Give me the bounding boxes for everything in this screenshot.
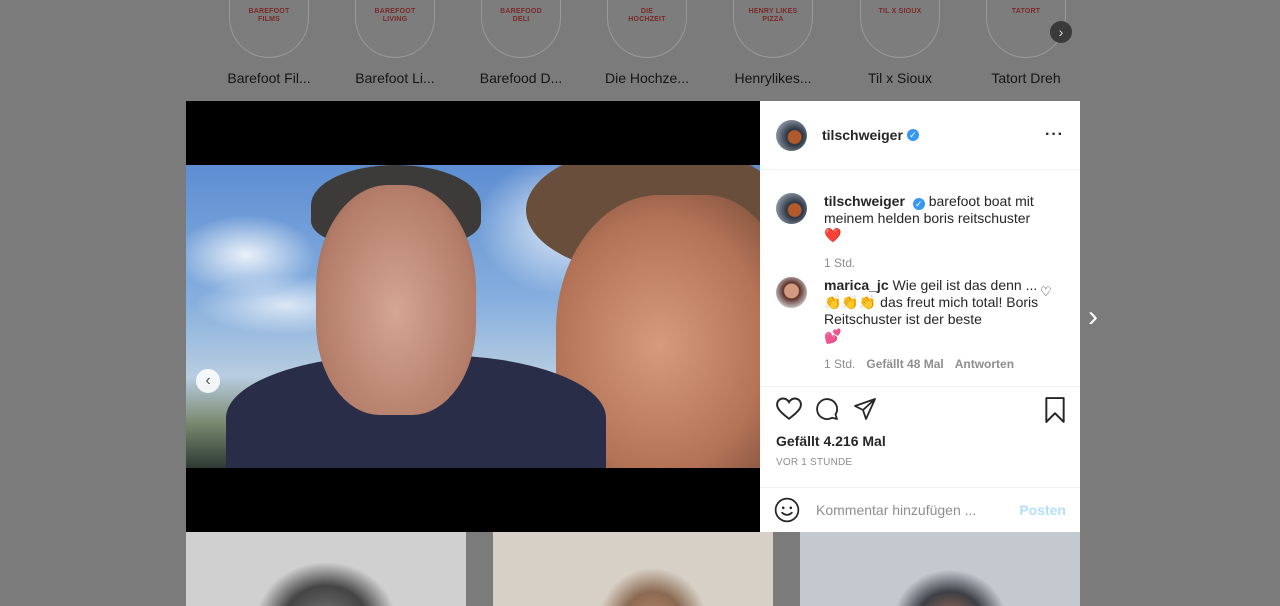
author-username[interactable]: tilschweiger (822, 127, 903, 143)
avatar[interactable] (776, 119, 807, 151)
comment-item: marica_jc Wie geil ist das denn ... 👏👏👏 … (776, 277, 1039, 373)
post-actions (776, 397, 1066, 425)
highlight-badge: BAREFOOT LIVING (374, 8, 416, 23)
comment-icon[interactable] (814, 397, 840, 421)
chevron-right-icon[interactable]: › (1088, 302, 1098, 332)
heart-icon[interactable] (776, 397, 802, 421)
chevron-right-icon[interactable]: › (1050, 21, 1072, 43)
highlight-label: Die Hochze... (604, 70, 690, 86)
highlight-label: Henrylikes... (734, 70, 812, 86)
caption-body: tilschweiger ✓ barefoot boat mit meinem … (824, 193, 1039, 272)
highlight-henrylikes[interactable]: HENRY LIKES PIZZA Henrylikes... (718, 0, 828, 86)
highlight-badge: BAREFOOT FILMS (248, 8, 290, 23)
avatar[interactable] (776, 193, 807, 224)
caption-meta: 1 Std. (824, 255, 1039, 272)
highlight-badge: HENRY LIKES PIZZA (748, 8, 798, 23)
post-photo: ‹ (186, 165, 760, 468)
post-media: ‹ (186, 101, 760, 532)
share-icon[interactable] (852, 397, 878, 421)
highlight-label: Barefood D... (479, 70, 563, 86)
grid-thumbnail[interactable] (493, 532, 773, 606)
comment-like-heart-icon[interactable]: ♡ (1040, 284, 1052, 300)
reply-button[interactable]: Antworten (955, 356, 1014, 373)
highlight-tatort-dreh[interactable]: TATORT Tatort Dreh (971, 0, 1081, 86)
comment-meta: 1 Std. Gefällt 48 Mal Antworten (824, 356, 1039, 373)
avatar[interactable] (776, 277, 807, 308)
post-header: tilschweiger ✓ ··· (760, 101, 1080, 170)
highlight-badge: TIL X SIOUX (878, 8, 922, 15)
comment-emoji: 💕 (824, 328, 842, 344)
highlight-barefoot-films[interactable]: BAREFOOT FILMS Barefoot Fil... (214, 0, 324, 86)
verified-badge-icon: ✓ (906, 129, 919, 141)
highlight-label: Barefoot Li... (355, 70, 435, 86)
highlight-til-x-sioux[interactable]: TIL X SIOUX Til x Sioux (845, 0, 955, 86)
highlight-badge: TATORT (1011, 8, 1041, 15)
comment-input[interactable] (816, 502, 1020, 518)
heart-emoji: ❤️ (824, 227, 842, 243)
photo-detail (316, 185, 476, 415)
comments-list: tilschweiger ✓ barefoot boat mit meinem … (760, 171, 1080, 387)
comment-likes[interactable]: Gefällt 48 Mal (866, 356, 943, 373)
likes-count[interactable]: Gefällt 4.216 Mal (776, 433, 886, 449)
highlight-cover: BAREFOOT FILMS (229, 0, 309, 58)
bookmark-icon[interactable] (1044, 397, 1066, 423)
carousel-prev-button[interactable]: ‹ (196, 369, 220, 393)
caption-username[interactable]: tilschweiger (824, 193, 905, 209)
emoji-icon[interactable] (774, 497, 800, 523)
highlight-cover: BAREFOOD DELI (481, 0, 561, 58)
comment-body: marica_jc Wie geil ist das denn ... 👏👏👏 … (824, 277, 1039, 373)
post-panel: tilschweiger ✓ ··· tilschweiger ✓ barefo… (760, 101, 1080, 532)
highlight-cover: BAREFOOT LIVING (355, 0, 435, 58)
highlight-label: Barefoot Fil... (227, 70, 311, 86)
caption: tilschweiger ✓ barefoot boat mit meinem … (776, 193, 1039, 272)
highlight-die-hochzeit[interactable]: DIE HOCHZEIT Die Hochze... (592, 0, 702, 86)
comment-time: 1 Std. (824, 357, 856, 371)
highlight-cover: DIE HOCHZEIT (607, 0, 687, 58)
highlight-cover: TIL X SIOUX (860, 0, 940, 58)
grid-thumbnail[interactable] (800, 532, 1080, 606)
highlight-barefood-deli[interactable]: BAREFOOD DELI Barefood D... (466, 0, 576, 86)
highlight-label: Tatort Dreh (991, 70, 1061, 86)
add-comment-bar: Posten (760, 487, 1080, 532)
verified-badge-icon: ✓ (912, 198, 925, 210)
comment-username[interactable]: marica_jc (824, 277, 889, 293)
highlight-badge: BAREFOOD DELI (500, 8, 542, 23)
more-horizontal-icon[interactable]: ··· (1045, 126, 1064, 144)
grid-thumbnail[interactable] (186, 532, 466, 606)
highlight-label: Til x Sioux (867, 70, 933, 86)
highlight-cover: HENRY LIKES PIZZA (733, 0, 813, 58)
highlight-barefoot-living[interactable]: BAREFOOT LIVING Barefoot Li... (340, 0, 450, 86)
story-highlights: BAREFOOT FILMS Barefoot Fil... BAREFOOT LI… (0, 0, 1280, 100)
highlight-badge: DIE HOCHZEIT (628, 8, 666, 23)
post-timestamp: VOR 1 STUNDE (776, 457, 853, 468)
post-comment-button[interactable]: Posten (1019, 502, 1066, 518)
caption-time: 1 Std. (824, 256, 856, 270)
